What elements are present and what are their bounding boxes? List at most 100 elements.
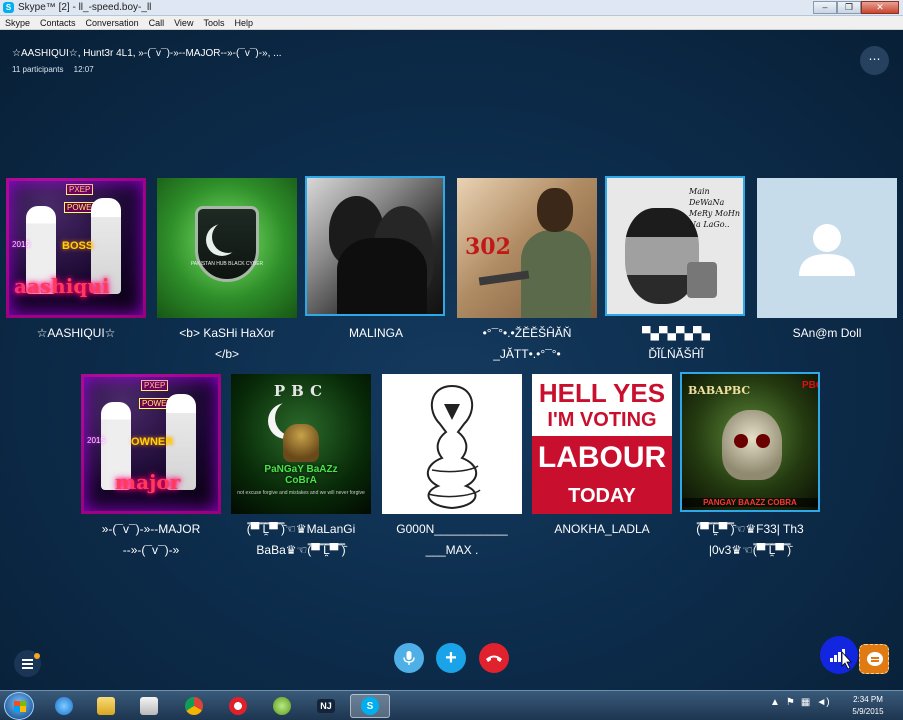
menu-view[interactable]: View bbox=[169, 18, 198, 28]
menu-contacts[interactable]: Contacts bbox=[35, 18, 81, 28]
participant-count[interactable]: 11 participants bbox=[12, 65, 63, 74]
participant-tile-goon-max[interactable] bbox=[382, 374, 522, 514]
participant-name-line: G000N___________ bbox=[396, 522, 508, 536]
participant-name-line: MALINGA bbox=[348, 326, 403, 340]
start-button[interactable] bbox=[4, 692, 34, 720]
menu-call[interactable]: Call bbox=[144, 18, 170, 28]
microphone-button[interactable] bbox=[394, 643, 424, 673]
taskbar-opera[interactable] bbox=[224, 694, 252, 718]
participant-tile-kashi[interactable]: PAKISTAN HUB BLACK CYBER bbox=[157, 178, 297, 318]
taskbar-internet-explorer[interactable] bbox=[50, 694, 78, 718]
participant-name: •°¯°•.•ŽĚĚŠĤĂŇ _JĂTT•.•°¯°• bbox=[452, 323, 602, 365]
caption-line: Main DeWaNa bbox=[689, 187, 725, 207]
labour-line-3: LABOUR bbox=[537, 441, 667, 474]
taskbar-skype[interactable]: S bbox=[350, 694, 390, 718]
participant-tile-jatt[interactable]: 302 bbox=[457, 178, 597, 318]
participant-tile-aashiqui[interactable]: PXEP POWER 2015 BOSS aashiqui bbox=[6, 178, 146, 318]
photo-figure bbox=[521, 230, 591, 318]
participant-tile-anokha[interactable]: HELL YES I'M VOTING LABOUR TODAY bbox=[532, 374, 672, 514]
participant-name-line: (̿▀̿ ̿Ĺ̯̿̿▀̿ ̿)̄☜♛MaLanGi bbox=[246, 522, 356, 536]
conversation-meta: 11 participants 12:07 bbox=[12, 65, 102, 74]
call-quality-button[interactable] bbox=[820, 636, 858, 674]
browser-icon bbox=[229, 697, 247, 715]
folder-icon bbox=[97, 697, 115, 715]
participant-name-line: ANOKHA_LADLA bbox=[554, 522, 650, 536]
minimize-button[interactable]: – bbox=[813, 1, 837, 14]
menu-bar: Skype Contacts Conversation Call View To… bbox=[0, 16, 903, 30]
pbc-name-line: CoBrA bbox=[285, 475, 317, 486]
participant-tile-sanam[interactable] bbox=[757, 178, 897, 318]
menu-line bbox=[22, 667, 33, 669]
taskbar-media-player[interactable] bbox=[135, 694, 163, 718]
window-controls: – ❐ ✕ bbox=[813, 1, 899, 14]
boss-label: BOSS bbox=[62, 240, 94, 252]
conversation-title[interactable]: ☆AASHIQUI☆, Hunt3r 4L1, »-(¯v¯)-»--MAJOR… bbox=[12, 48, 282, 59]
participant-name-line: »-(¯v¯)-»--MAJOR bbox=[101, 522, 201, 536]
side-menu-button[interactable] bbox=[14, 650, 41, 677]
hang-up-icon bbox=[486, 655, 502, 662]
participant-name-line: SAn@m Doll bbox=[792, 326, 862, 340]
cobra-icon bbox=[427, 384, 481, 510]
maximize-button[interactable]: ❐ bbox=[837, 1, 861, 14]
notification-dot bbox=[34, 653, 40, 659]
participant-name-line: •°¯°•.•ŽĚĚŠĤĂŇ bbox=[482, 326, 572, 340]
chat-bubble-icon bbox=[867, 652, 883, 666]
taskbar-chrome[interactable] bbox=[180, 694, 208, 718]
302-label: 302 bbox=[465, 234, 511, 260]
skype-logo-icon: S bbox=[3, 2, 14, 13]
caption-line: MeRy MoHn bbox=[689, 209, 741, 218]
crescent-icon bbox=[212, 221, 244, 253]
menu-line bbox=[22, 659, 33, 661]
tray-network-icon[interactable]: ▦ bbox=[801, 697, 810, 708]
menu-line bbox=[22, 663, 33, 665]
microphone-icon bbox=[403, 651, 415, 665]
end-call-button[interactable] bbox=[479, 643, 509, 673]
figure-woman bbox=[101, 402, 131, 490]
participant-name-line: (̿▀̿ ̿Ĺ̯̿̿▀̿ ̿)̄☜♛F33| Th3 bbox=[696, 522, 804, 536]
taskbar-utorrent[interactable] bbox=[268, 694, 296, 718]
window-titlebar: S Skype™ [2] - ll_-speed.boy-_ll – ❐ ✕ bbox=[0, 0, 903, 16]
participant-tile-dilnashi[interactable]: Main DeWaNa MeRy MoHn Na LaGo.. bbox=[605, 176, 745, 316]
participant-name: ☆AASHIQUI☆ bbox=[1, 323, 151, 344]
participant-name: ANOKHA_LADLA bbox=[527, 519, 677, 540]
figure-man bbox=[166, 394, 196, 490]
taskbar-nj-app[interactable]: NJ bbox=[312, 694, 340, 718]
participant-name-line: --»-(¯v¯)-» bbox=[122, 543, 180, 557]
participant-tile-f33[interactable]: BABAPBC PBC PANGAY BAAZZ COBRA bbox=[680, 372, 820, 512]
nj-app-icon: NJ bbox=[317, 699, 335, 713]
participant-name: »-(¯v¯)-»--MAJOR --»-(¯v¯)-» bbox=[76, 519, 226, 561]
pbc-subtext: not excuse forgive and mistakes and we w… bbox=[237, 490, 365, 496]
participant-name-line: _JĂTT•.•°¯°• bbox=[493, 347, 561, 361]
pxep-label: PXEP bbox=[66, 184, 94, 195]
participant-tile-major[interactable]: PXEP POWER 2015 OWNER major bbox=[81, 374, 221, 514]
taskbar-explorer[interactable] bbox=[92, 694, 120, 718]
chat-button[interactable] bbox=[859, 644, 889, 674]
tray-flag-icon[interactable]: ⚑ bbox=[786, 697, 795, 708]
babap-label: BABAPBC bbox=[688, 384, 751, 397]
close-button[interactable]: ✕ bbox=[861, 1, 899, 14]
menu-skype[interactable]: Skype bbox=[0, 18, 35, 28]
menu-conversation[interactable]: Conversation bbox=[81, 18, 144, 28]
shield-text: PAKISTAN HUB BLACK CYBER bbox=[190, 261, 264, 267]
windows-logo-icon bbox=[14, 701, 26, 712]
participant-name: G000N___________ ___MAX . bbox=[377, 519, 527, 561]
internet-explorer-icon bbox=[55, 697, 73, 715]
more-options-button[interactable]: ⋯ bbox=[860, 46, 889, 75]
photo-figure bbox=[537, 188, 573, 232]
add-participant-button[interactable]: + bbox=[436, 643, 466, 673]
menu-tools[interactable]: Tools bbox=[198, 18, 229, 28]
participant-tile-malangi[interactable]: PBC PaNGaY BaAZz CoBrA not excuse forgiv… bbox=[231, 374, 371, 514]
participant-tile-malinga[interactable] bbox=[305, 176, 445, 316]
labour-line-1: HELL YES bbox=[538, 378, 666, 408]
clock-date: 5/9/2015 bbox=[852, 707, 884, 716]
tray-volume-icon[interactable]: ◄) bbox=[816, 697, 829, 708]
taskbar-clock[interactable]: 2:34 PM 5/9/2015 bbox=[848, 694, 888, 718]
tray-arrow-icon[interactable]: ▲ bbox=[770, 697, 780, 708]
power-label: POWER bbox=[139, 398, 176, 409]
power-label: POWER bbox=[64, 202, 101, 213]
system-tray: ▲ ⚑ ▦ ◄) bbox=[770, 697, 830, 708]
menu-help[interactable]: Help bbox=[229, 18, 258, 28]
eagle-icon bbox=[283, 424, 319, 462]
major-label: major bbox=[115, 470, 181, 494]
labour-line-4: TODAY bbox=[568, 485, 636, 507]
